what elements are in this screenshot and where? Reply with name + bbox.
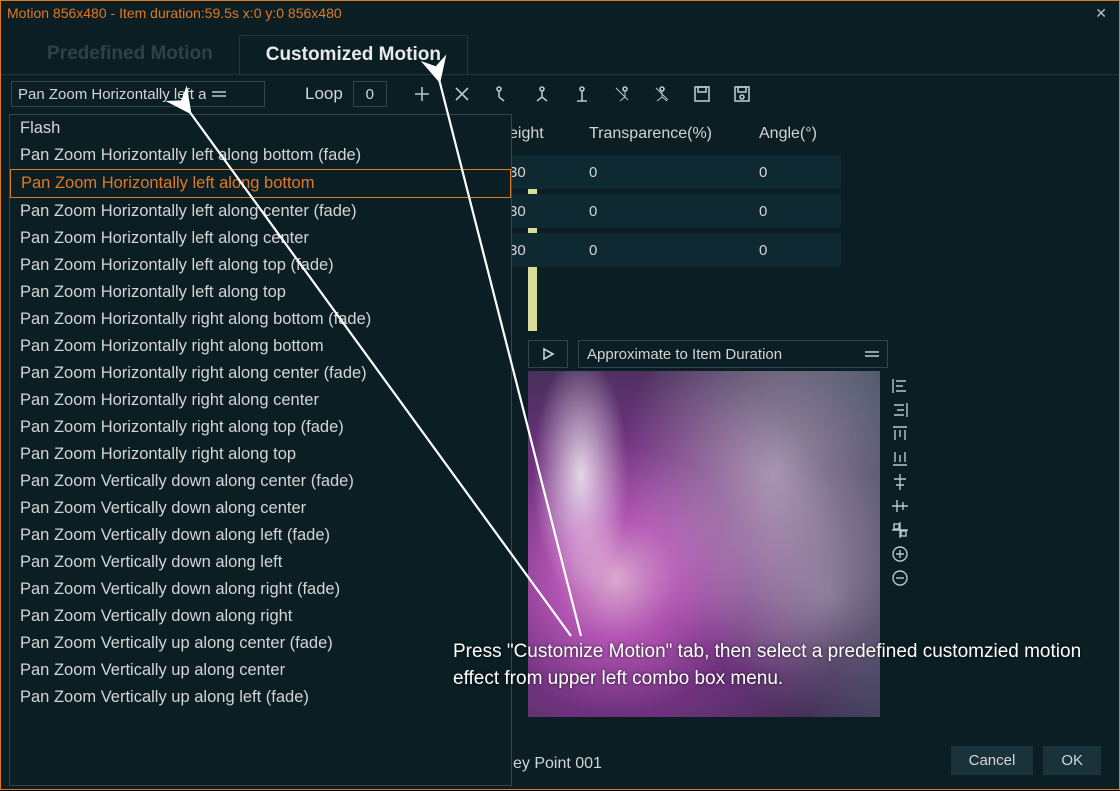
tab-customized-motion[interactable]: Customized Motion <box>239 35 468 74</box>
dropdown-item[interactable]: Pan Zoom Vertically down along center <box>10 495 511 522</box>
dropdown-item[interactable]: Pan Zoom Horizontally left along center … <box>10 198 511 225</box>
tabs: Predefined Motion Customized Motion <box>1 25 1119 74</box>
play-button[interactable] <box>528 340 568 368</box>
loop-input[interactable]: 0 <box>353 81 387 107</box>
cell-angle: 0 <box>751 242 841 259</box>
dropdown-item[interactable]: Pan Zoom Horizontally left along center <box>10 225 511 252</box>
dropdown-item[interactable]: Pan Zoom Horizontally right along bottom… <box>10 306 511 333</box>
motion-preset-combo[interactable]: Pan Zoom Horizontally left a <box>11 81 265 107</box>
dropdown-item[interactable]: Pan Zoom Vertically up along center (fad… <box>10 630 511 657</box>
tab-predefined-motion[interactable]: Predefined Motion <box>21 35 239 74</box>
keypoint-label: ey Point 001 <box>513 755 602 773</box>
delete-icon[interactable] <box>453 85 471 103</box>
table-row[interactable]: 3000 <box>501 155 841 189</box>
preview-controls: Approximate to Item Duration <box>528 339 888 369</box>
distribute-icon[interactable] <box>891 521 909 539</box>
col-transparence: Transparence(%) <box>581 119 751 149</box>
top-row: Pan Zoom Horizontally left a Loop 0 <box>1 74 1119 113</box>
add-icon[interactable] <box>413 85 431 103</box>
cell-transparence: 0 <box>581 164 751 181</box>
cell-transparence: 0 <box>581 203 751 220</box>
loop-label: Loop <box>305 84 343 104</box>
dropdown-item[interactable]: Pan Zoom Horizontally right along center <box>10 387 511 414</box>
ok-button[interactable]: OK <box>1043 746 1101 775</box>
dropdown-item[interactable]: Pan Zoom Vertically down along left <box>10 549 511 576</box>
center-v-icon[interactable] <box>891 497 909 515</box>
combo-dropdown-icon <box>865 349 879 359</box>
dialog-buttons: Cancel OK <box>951 746 1101 775</box>
cell-height: 30 <box>501 203 581 220</box>
dropdown-item[interactable]: Pan Zoom Horizontally right along top (f… <box>10 414 511 441</box>
align-top-icon[interactable] <box>891 425 909 443</box>
save-as-icon[interactable] <box>733 85 751 103</box>
dropdown-item[interactable]: Pan Zoom Vertically up along left (fade) <box>10 684 511 711</box>
dropdown-item[interactable]: Pan Zoom Vertically down along right <box>10 603 511 630</box>
zoom-out-icon[interactable] <box>891 569 909 587</box>
cell-height: 30 <box>501 164 581 181</box>
save-icon[interactable] <box>693 85 711 103</box>
toolbar <box>413 85 751 103</box>
cell-angle: 0 <box>751 203 841 220</box>
window-title: Motion 856x480 - Item duration:59.5s x:0… <box>7 5 1089 21</box>
dropdown-item[interactable]: Pan Zoom Vertically down along right (fa… <box>10 576 511 603</box>
close-icon[interactable]: ✕ <box>1089 5 1113 22</box>
cancel-button[interactable]: Cancel <box>951 746 1034 775</box>
dropdown-item[interactable]: Pan Zoom Horizontally left along top (fa… <box>10 252 511 279</box>
zoom-in-icon[interactable] <box>891 545 909 563</box>
duration-mode-combo[interactable]: Approximate to Item Duration <box>578 340 888 368</box>
table-row[interactable]: 3000 <box>501 194 841 228</box>
col-height: eight <box>501 119 581 149</box>
table-header: eight Transparence(%) Angle(°) <box>501 119 841 149</box>
motion-preset-value: Pan Zoom Horizontally left a <box>18 86 206 103</box>
keyframe-tool-1-icon[interactable] <box>493 85 511 103</box>
keyframe-tool-4-icon[interactable] <box>613 85 631 103</box>
dropdown-item[interactable]: Pan Zoom Horizontally left along bottom <box>10 169 511 198</box>
motion-dialog: Motion 856x480 - Item duration:59.5s x:0… <box>0 0 1120 790</box>
dropdown-item[interactable]: Pan Zoom Horizontally right along top <box>10 441 511 468</box>
keyframe-tool-5-icon[interactable] <box>653 85 671 103</box>
table-body: 300030003000 <box>501 155 841 272</box>
dropdown-item[interactable]: Pan Zoom Horizontally right along bottom <box>10 333 511 360</box>
align-right-icon[interactable] <box>891 401 909 419</box>
cell-height: 30 <box>501 242 581 259</box>
dropdown-item[interactable]: Pan Zoom Horizontally right along center… <box>10 360 511 387</box>
titlebar: Motion 856x480 - Item duration:59.5s x:0… <box>1 1 1119 25</box>
keyframe-tool-2-icon[interactable] <box>533 85 551 103</box>
dropdown-item[interactable]: Pan Zoom Vertically down along left (fad… <box>10 522 511 549</box>
motion-preset-dropdown[interactable]: FlashPan Zoom Horizontally left along bo… <box>9 114 512 786</box>
alignment-tools <box>891 377 909 587</box>
duration-mode-label: Approximate to Item Duration <box>587 346 782 363</box>
dropdown-item[interactable]: Pan Zoom Vertically down along center (f… <box>10 468 511 495</box>
cell-transparence: 0 <box>581 242 751 259</box>
dropdown-item[interactable]: Pan Zoom Horizontally left along top <box>10 279 511 306</box>
dropdown-item[interactable]: Pan Zoom Vertically up along center <box>10 657 511 684</box>
dropdown-item[interactable]: Pan Zoom Horizontally left along bottom … <box>10 142 511 169</box>
annotation-text: Press "Customize Motion" tab, then selec… <box>453 639 1083 692</box>
cell-angle: 0 <box>751 164 841 181</box>
table-row[interactable]: 3000 <box>501 233 841 267</box>
align-bottom-icon[interactable] <box>891 449 909 467</box>
align-left-icon[interactable] <box>891 377 909 395</box>
center-h-icon[interactable] <box>891 473 909 491</box>
dropdown-item[interactable]: Flash <box>10 115 511 142</box>
keyframe-tool-3-icon[interactable] <box>573 85 591 103</box>
combo-dropdown-icon <box>212 89 226 99</box>
col-angle: Angle(°) <box>751 119 841 149</box>
